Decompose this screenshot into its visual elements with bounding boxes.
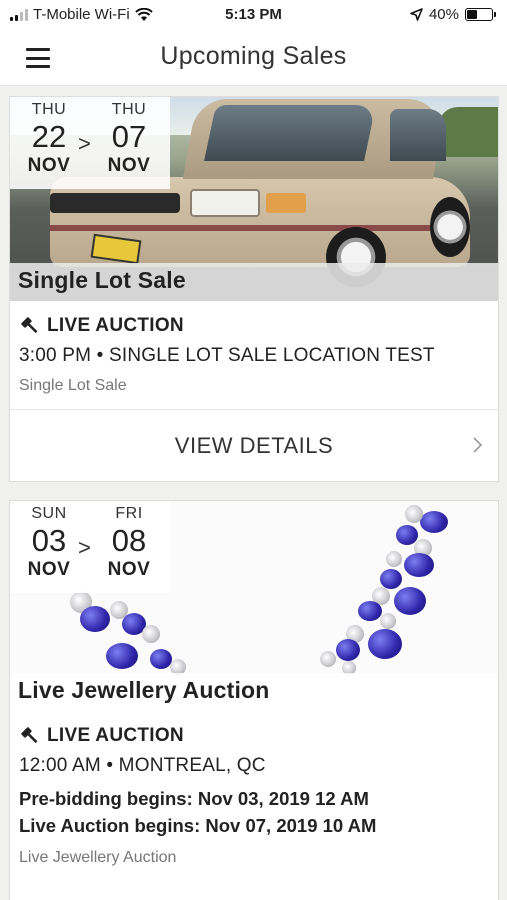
view-details-label: VIEW DETAILS — [174, 432, 334, 458]
end-day: 08 — [111, 523, 147, 558]
pre-bidding-info: Pre-bidding begins: Nov 03, 2019 12 AM — [19, 788, 369, 809]
date-range: THU 22 NOV > THU 07 NOV — [10, 97, 170, 189]
sale-image: SUN 03 NOV > FRI 08 NOV Live Jewellery A… — [10, 501, 498, 711]
time-location: 12:00 AM • MONTREAL, QC — [19, 755, 266, 776]
live-auction-info: Live Auction begins: Nov 07, 2019 10 AM — [19, 815, 377, 836]
end-date: THU 07 NOV — [99, 101, 159, 177]
sale-card[interactable]: THU 22 NOV > THU 07 NOV Single Lot Sale … — [9, 96, 499, 482]
end-date: FRI 08 NOV — [99, 505, 159, 581]
sale-subtitle: Live Jewellery Auction — [19, 849, 177, 866]
start-day: 03 — [31, 523, 67, 558]
sale-subtitle: Single Lot Sale — [19, 377, 127, 394]
battery-icon — [465, 8, 496, 21]
status-right: 40% — [410, 6, 496, 23]
sale-info: LIVE AUCTION 3:00 PM • SINGLE LOT SALE L… — [10, 301, 498, 395]
title-strip: Live Jewellery Auction — [10, 673, 498, 711]
sale-image: THU 22 NOV > THU 07 NOV Single Lot Sale — [10, 97, 498, 301]
start-month: NOV — [27, 559, 71, 580]
location-arrow-icon — [410, 8, 423, 21]
page-title: Upcoming Sales — [160, 42, 347, 70]
gavel-icon — [21, 727, 38, 744]
auction-type-row: LIVE AUCTION — [19, 315, 489, 337]
auction-type-row: LIVE AUCTION — [19, 725, 489, 747]
end-month: NOV — [107, 559, 151, 580]
start-date: THU 22 NOV — [19, 101, 79, 177]
start-weekday: THU — [31, 101, 67, 118]
view-details-button[interactable]: VIEW DETAILS — [10, 409, 498, 481]
status-bar: T-Mobile Wi-Fi 5:13 PM 40% — [0, 0, 507, 30]
date-separator: > — [78, 131, 91, 156]
app-header: Upcoming Sales — [0, 30, 507, 86]
date-separator: > — [78, 535, 91, 560]
gavel-icon — [21, 317, 38, 334]
chevron-right-icon — [473, 437, 483, 453]
auction-type: LIVE AUCTION — [47, 725, 184, 746]
start-weekday: SUN — [31, 505, 67, 522]
time-location: 3:00 PM • SINGLE LOT SALE LOCATION TEST — [19, 345, 435, 366]
start-month: NOV — [27, 155, 71, 176]
start-day: 22 — [31, 119, 67, 154]
end-day: 07 — [111, 119, 147, 154]
battery-fill — [467, 10, 477, 19]
sale-title[interactable]: Live Jewellery Auction — [18, 677, 270, 704]
start-date: SUN 03 NOV — [19, 505, 79, 581]
sale-title[interactable]: Single Lot Sale — [18, 267, 186, 294]
auction-type: LIVE AUCTION — [47, 315, 184, 336]
sale-info: LIVE AUCTION 12:00 AM • MONTREAL, QC Pre… — [10, 711, 498, 867]
end-month: NOV — [107, 155, 151, 176]
sale-card[interactable]: SUN 03 NOV > FRI 08 NOV Live Jewellery A… — [9, 500, 499, 900]
battery-percent: 40% — [428, 6, 459, 23]
end-weekday: THU — [111, 101, 147, 118]
end-weekday: FRI — [115, 505, 143, 522]
title-strip: Single Lot Sale — [10, 263, 498, 301]
date-range: SUN 03 NOV > FRI 08 NOV — [10, 501, 170, 593]
